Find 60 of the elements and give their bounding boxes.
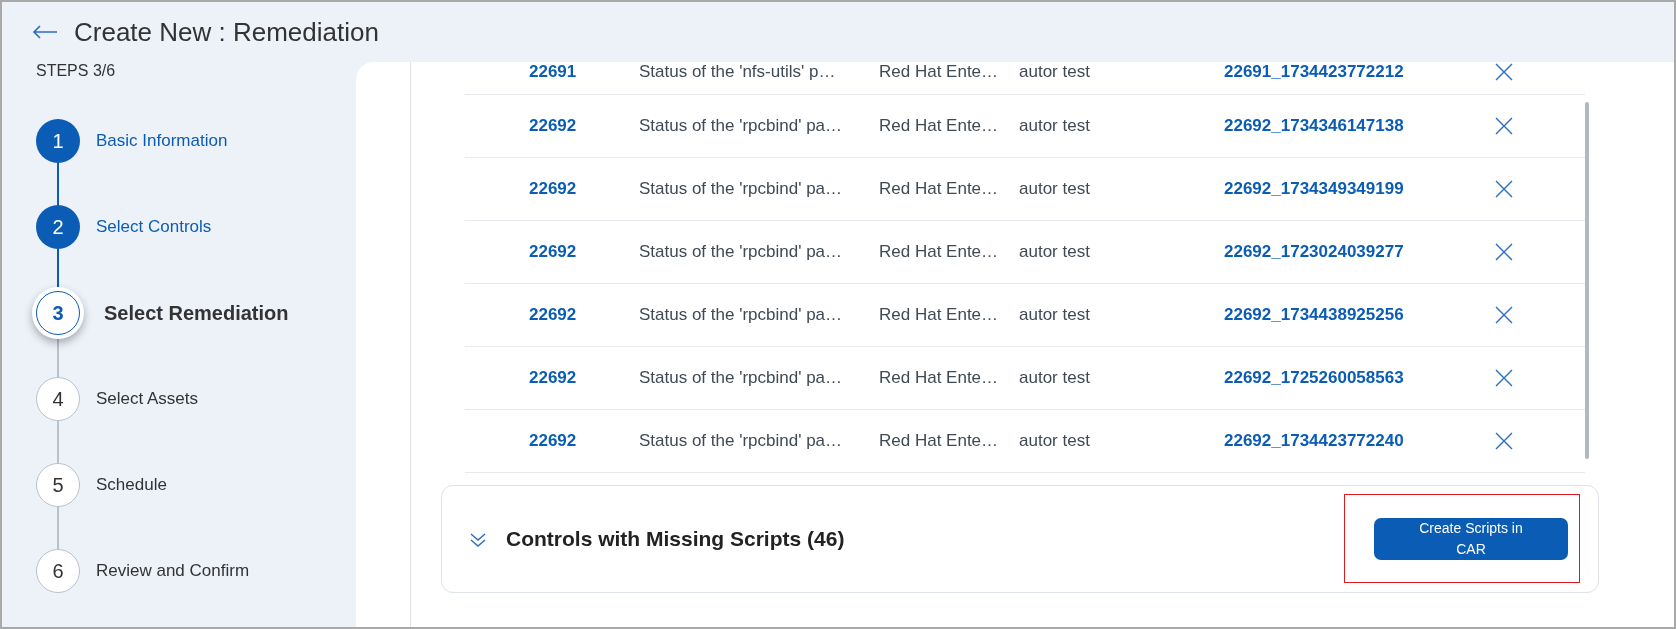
author-cell-text: autor test <box>1019 305 1091 325</box>
step-number[interactable]: 5 <box>36 463 80 507</box>
script-id-link[interactable]: 22692_1723024039277 <box>1224 242 1494 262</box>
step-number[interactable]: 2 <box>36 205 80 249</box>
description-cell-text: Status of the 'rpcbind' pa… <box>639 116 844 136</box>
author-cell-text: autor test <box>1019 368 1091 388</box>
control-id: 22692 <box>529 431 578 451</box>
author-cell-text: autor test <box>1019 62 1091 82</box>
step-label[interactable]: Select Controls <box>96 217 212 237</box>
close-icon[interactable] <box>1494 62 1514 82</box>
description-cell-text: Status of the 'rpcbind' pa… <box>639 368 844 388</box>
platform-cell-text: Red Hat Ente… <box>879 431 1000 451</box>
description-cell-text: Status of the 'rpcbind' pa… <box>639 305 844 325</box>
control-id: 22692 <box>529 368 578 388</box>
author-cell-text: autor test <box>1019 179 1091 199</box>
platform-cell-text: Red Hat Ente… <box>879 368 1000 388</box>
close-icon[interactable] <box>1494 179 1514 199</box>
step-label[interactable]: Schedule <box>96 475 167 495</box>
step-label[interactable]: Basic Information <box>96 131 228 151</box>
control-id: 22692 <box>529 242 578 262</box>
platform-cell-text: Red Hat Ente… <box>879 62 1000 82</box>
back-arrow-icon[interactable] <box>32 25 58 39</box>
platform-cell-text: Red Hat Ente… <box>879 116 1000 136</box>
step-label[interactable]: Review and Confirm <box>96 561 250 581</box>
close-icon[interactable] <box>1494 368 1514 388</box>
script-id-link[interactable]: 22692_1725260058563 <box>1224 368 1494 388</box>
close-icon[interactable] <box>1494 305 1514 325</box>
description-cell-text: Status of the 'rpcbind' pa… <box>639 242 844 262</box>
close-icon[interactable] <box>1494 116 1514 136</box>
description-cell-text: Status of the 'rpcbind' pa… <box>639 431 844 451</box>
control-id: 22692 <box>529 179 578 199</box>
step-number[interactable]: 4 <box>36 377 80 421</box>
steps-counter: STEPS 3/6 <box>36 62 117 80</box>
script-id-link[interactable]: 22692_1734349349199 <box>1224 179 1494 199</box>
close-icon[interactable] <box>1494 431 1514 451</box>
control-id: 22691 <box>529 62 578 82</box>
step-number[interactable]: 1 <box>36 119 80 163</box>
control-id: 22692 <box>529 116 578 136</box>
step-number[interactable]: 3 <box>36 291 80 335</box>
description-cell-text: Status of the 'nfs-utils' p… <box>639 62 837 82</box>
create-scripts-button[interactable]: Create Scripts in CAR <box>1374 518 1568 560</box>
platform-cell-text: Red Hat Ente… <box>879 305 1000 325</box>
control-id: 22692 <box>529 305 578 325</box>
platform-cell-text: Red Hat Ente… <box>879 242 1000 262</box>
author-cell-text: autor test <box>1019 242 1091 262</box>
page-title: Create New : Remediation <box>74 16 379 48</box>
description-cell-text: Status of the 'rpcbind' pa… <box>639 179 844 199</box>
close-icon[interactable] <box>1494 242 1514 262</box>
script-id-link[interactable]: 22691_1734423772212 <box>1224 62 1494 82</box>
section-title: Controls with Missing Scripts (46) <box>506 527 846 551</box>
author-cell-text: autor test <box>1019 431 1091 451</box>
script-id-link[interactable]: 22692_1734346147138 <box>1224 116 1494 136</box>
script-id-link[interactable]: 22692_1734423772240 <box>1224 431 1494 451</box>
author-cell-text: autor test <box>1019 116 1091 136</box>
step-label[interactable]: Select Remediation <box>104 301 289 325</box>
platform-cell-text: Red Hat Ente… <box>879 179 1000 199</box>
step-number[interactable]: 6 <box>36 549 80 593</box>
scrollbar[interactable] <box>1585 102 1589 459</box>
step-label[interactable]: Select Assets <box>96 389 199 409</box>
script-id-link[interactable]: 22692_1734438925256 <box>1224 305 1494 325</box>
